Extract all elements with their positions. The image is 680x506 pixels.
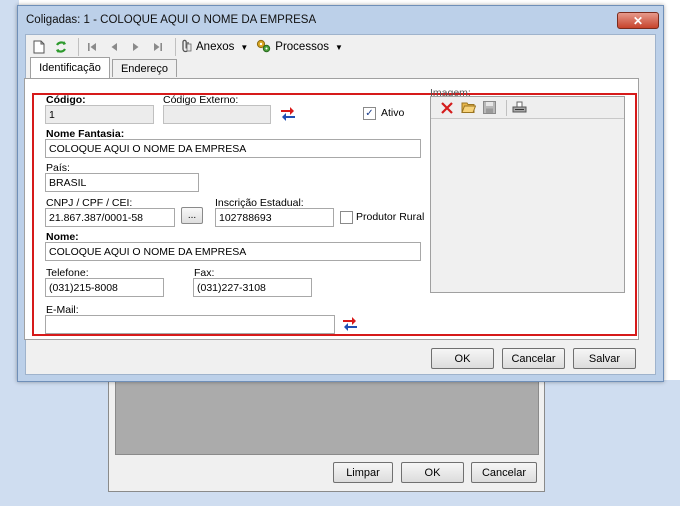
background-ok-button[interactable]: OK	[401, 462, 464, 483]
refresh-icon[interactable]	[52, 38, 70, 56]
close-button[interactable]: ✕	[617, 12, 659, 29]
close-icon: ✕	[632, 13, 644, 28]
ok-button[interactable]: OK	[431, 348, 494, 369]
save-icon[interactable]	[481, 100, 497, 116]
fax-field[interactable]: (031)227-3108	[193, 278, 312, 297]
chevron-down-icon: ▼	[240, 42, 249, 52]
swap-arrows-icon[interactable]	[341, 316, 359, 332]
processes-label: Processos	[275, 41, 329, 53]
clear-button[interactable]: Limpar	[333, 462, 393, 483]
swap-arrows-icon[interactable]	[279, 106, 297, 122]
ativo-checkbox[interactable]: ✓	[363, 107, 376, 120]
produtor-rural-checkbox[interactable]	[340, 211, 353, 224]
cnpj-field[interactable]: 21.867.387/0001-58	[45, 208, 175, 227]
cancel-button[interactable]: Cancelar	[502, 348, 565, 369]
next-record-icon[interactable]	[127, 38, 145, 56]
toolbar-separator	[175, 38, 176, 56]
chevron-down-icon: ▼	[334, 42, 343, 52]
cnpj-lookup-button[interactable]: ...	[181, 207, 203, 224]
toolbar-separator	[506, 99, 507, 116]
open-folder-icon[interactable]	[460, 100, 476, 116]
background-dialog-content	[115, 379, 539, 455]
image-toolbar	[431, 97, 624, 119]
previous-record-icon[interactable]	[105, 38, 123, 56]
tab-identificacao[interactable]: Identificação	[30, 57, 110, 78]
attachments-label: Anexos	[196, 41, 235, 53]
last-record-icon[interactable]	[149, 38, 167, 56]
codigo-externo-field[interactable]	[163, 105, 271, 124]
processes-menu[interactable]: Processos ▼	[256, 39, 343, 56]
tab-label: Identificação	[39, 62, 101, 74]
toolbar-separator	[78, 38, 79, 56]
telefone-field[interactable]: (031)215-8008	[45, 278, 164, 297]
background-cancel-button[interactable]: Cancelar	[471, 462, 537, 483]
ativo-label: Ativo	[381, 107, 405, 119]
codigo-field[interactable]: 1	[45, 105, 154, 124]
pais-field[interactable]: BRASIL	[45, 173, 199, 192]
first-record-icon[interactable]	[83, 38, 101, 56]
image-panel	[430, 96, 625, 293]
new-record-icon[interactable]	[30, 38, 48, 56]
gears-icon	[256, 39, 271, 56]
attachments-menu[interactable]: Anexos ▼	[180, 39, 248, 56]
delete-icon[interactable]	[439, 100, 455, 116]
paperclip-icon	[180, 39, 192, 56]
produtor-rural-label: Produtor Rural	[356, 211, 425, 223]
save-button[interactable]: Salvar	[573, 348, 636, 369]
window-title: Coligadas: 1 - COLOQUE AQUI O NOME DA EM…	[26, 14, 317, 26]
toolbar: Anexos ▼ Processos ▼	[26, 35, 655, 59]
tab-label: Endereço	[120, 62, 169, 75]
nome-field[interactable]: COLOQUE AQUI O NOME DA EMPRESA	[45, 242, 421, 261]
inscricao-estadual-field[interactable]: 102788693	[215, 208, 334, 227]
email-field[interactable]	[45, 315, 335, 334]
scanner-icon[interactable]	[511, 100, 527, 116]
title-bar[interactable]: Coligadas: 1 - COLOQUE AQUI O NOME DA EM…	[18, 6, 663, 34]
background-dialog: Limpar OK Cancelar	[108, 378, 545, 492]
tab-endereco[interactable]: Endereço	[112, 59, 177, 77]
nome-fantasia-field[interactable]: COLOQUE AQUI O NOME DA EMPRESA	[45, 139, 421, 158]
